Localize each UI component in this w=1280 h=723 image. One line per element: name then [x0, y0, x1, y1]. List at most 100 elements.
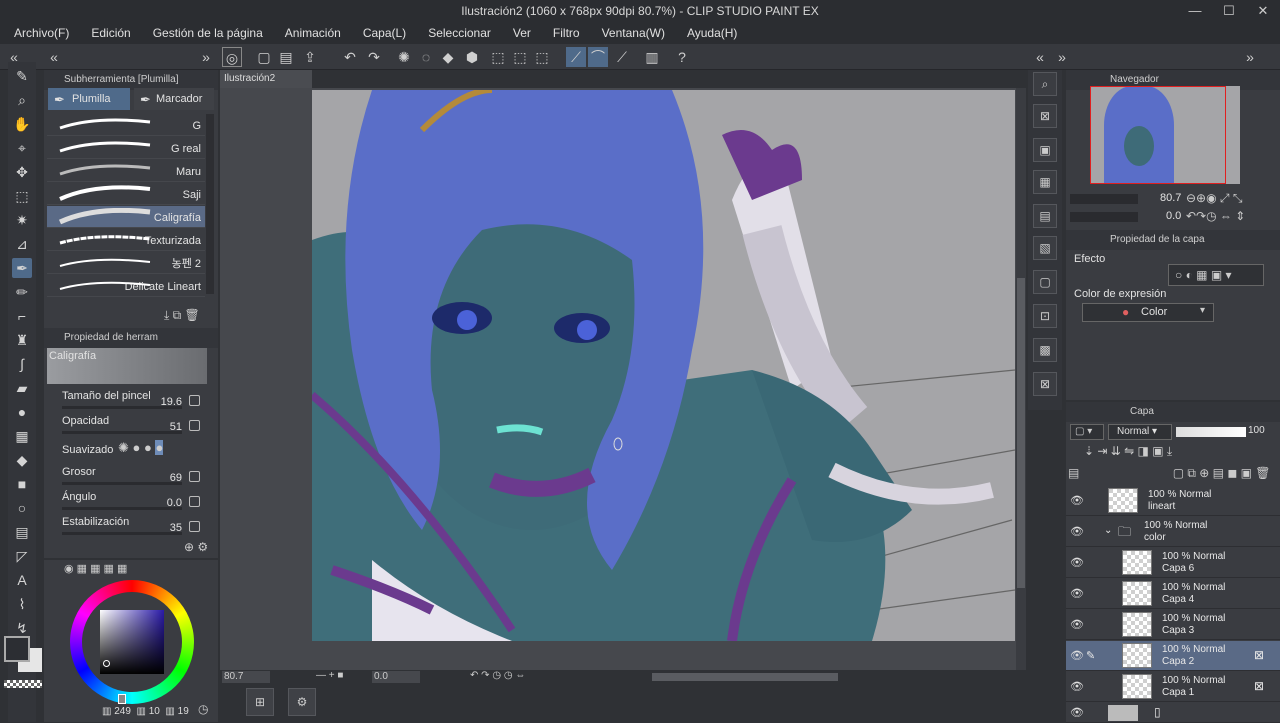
collapse-icon-r1[interactable]: «: [1030, 47, 1050, 67]
menu-archivo[interactable]: Archivo(F): [14, 26, 69, 40]
invert-selection-icon[interactable]: ⬚: [510, 47, 530, 67]
snap-grid-icon[interactable]: ⟋: [612, 47, 632, 67]
fill-icon[interactable]: ◆: [438, 47, 458, 67]
effect-buttons[interactable]: ○ ◐ ▦ ▣ ▾: [1168, 264, 1264, 286]
material-icon-6[interactable]: ▢: [1033, 270, 1057, 294]
layer-mask-select[interactable]: ▢ ▾: [1070, 424, 1104, 440]
menu-ayuda[interactable]: Ayuda(H): [687, 26, 737, 40]
visibility-eye-icon[interactable]: 👁: [1070, 649, 1084, 662]
material-icon-3[interactable]: ▦: [1033, 170, 1057, 194]
visibility-eye-icon[interactable]: 👁: [1070, 556, 1084, 569]
layer-opacity-value[interactable]: 100: [1248, 425, 1265, 436]
layer-row[interactable]: 👁 100 % Normal Capa 1 ⊠: [1066, 672, 1280, 702]
maximize-icon[interactable]: ☐: [1212, 0, 1246, 22]
close-icon[interactable]: ✕: [1246, 0, 1280, 22]
color-history-icon[interactable]: ◷: [198, 702, 208, 716]
deselect-icon[interactable]: ⬚: [488, 47, 508, 67]
brush-list-scrollbar[interactable]: [206, 114, 214, 294]
clip-layer-icon[interactable]: ⊠: [1254, 648, 1264, 662]
opacity-property[interactable]: Opacidad 51: [58, 415, 204, 439]
brush-item[interactable]: G real: [47, 137, 205, 159]
menu-filtro[interactable]: Filtro: [553, 26, 580, 40]
canvas-hscrollbar[interactable]: [652, 673, 838, 681]
folder-expand-icon[interactable]: ⌄: [1104, 525, 1112, 536]
material-icon-8[interactable]: ▩: [1033, 338, 1057, 362]
pencil-icon[interactable]: ✏: [12, 282, 32, 302]
layer-opacity-slider[interactable]: [1176, 427, 1246, 437]
illustration-canvas[interactable]: [312, 90, 1015, 641]
magic-wand-icon[interactable]: ✷: [12, 210, 32, 230]
frame-icon[interactable]: ▤: [12, 522, 32, 542]
hue-cursor[interactable]: [118, 694, 126, 704]
stabilization-property[interactable]: Estabilización 35: [58, 516, 204, 540]
brush-size-property[interactable]: Tamaño del pincel 19.6: [58, 390, 204, 414]
thickness-property[interactable]: Grosor 69: [58, 466, 204, 490]
layer-row[interactable]: 👁 100 % Normal Capa 6: [1066, 548, 1280, 578]
brush-item[interactable]: 농펜 2: [47, 252, 205, 274]
layer-row[interactable]: 👁 100 % Normal Capa 4: [1066, 579, 1280, 609]
collapse-left-icon-2[interactable]: «: [44, 47, 64, 67]
selection-icon[interactable]: ⬚: [12, 186, 32, 206]
navigator-rotate-slider[interactable]: [1070, 212, 1138, 222]
visibility-eye-icon[interactable]: 👁: [1070, 587, 1084, 600]
visibility-eye-icon[interactable]: 👁: [1070, 680, 1084, 693]
blend-mode-select[interactable]: Normal ▾: [1108, 424, 1172, 440]
menu-seleccionar[interactable]: Seleccionar: [428, 26, 491, 40]
gradient-icon[interactable]: ■: [12, 474, 32, 494]
angle-property[interactable]: Ángulo 0.0: [58, 491, 204, 515]
color-picker-cursor[interactable]: [103, 660, 110, 667]
visibility-eye-icon[interactable]: 👁: [1070, 706, 1084, 719]
navigator-zoom-value[interactable]: 80.7: [1160, 192, 1181, 204]
visibility-eye-icon[interactable]: 👁: [1070, 618, 1084, 631]
correct-line-icon[interactable]: ↯: [12, 618, 32, 638]
zoom-controls-icons[interactable]: — + ■: [316, 670, 343, 681]
material-icon-9[interactable]: ⊠: [1033, 372, 1057, 396]
navigator-zoom-icons[interactable]: ⊖⊕◉ ⤢ ⤡: [1186, 191, 1242, 206]
expression-color-select[interactable]: Color: [1082, 303, 1214, 322]
opacity-slider[interactable]: [62, 431, 182, 434]
loading-icon[interactable]: ✺: [394, 47, 414, 67]
brush-item[interactable]: Maru: [47, 160, 205, 182]
blend-icon[interactable]: ●: [12, 402, 32, 422]
fill-bucket-icon[interactable]: ◆: [12, 450, 32, 470]
brush-icon[interactable]: ⌐: [12, 306, 32, 326]
snap-special-ruler-icon[interactable]: ⌒: [588, 47, 608, 67]
preset-preview[interactable]: Caligrafía: [47, 348, 207, 384]
material-icon-4[interactable]: ▤: [1033, 204, 1057, 228]
smoothing-shape-icons[interactable]: ✺ ● ● ●: [118, 440, 194, 460]
stabilization-slider[interactable]: [62, 532, 182, 535]
pen-tool-icon[interactable]: ✒: [12, 258, 32, 278]
thickness-slider[interactable]: [62, 482, 182, 485]
move-icon[interactable]: ✥: [12, 162, 32, 182]
text-icon[interactable]: A: [12, 570, 32, 590]
color-panel-tabs[interactable]: ◉ ▦ ▦ ▦ ▦: [64, 562, 127, 575]
collapse-icon-r3[interactable]: »: [1240, 47, 1260, 67]
clear-icon[interactable]: ◌: [416, 47, 436, 67]
open-folder-icon[interactable]: ▤: [276, 47, 296, 67]
material-icon-5[interactable]: ▧: [1033, 236, 1057, 260]
balloon-icon[interactable]: ⌇: [12, 594, 32, 614]
airbrush-icon[interactable]: ♜: [12, 330, 32, 350]
zoom-icon[interactable]: ⌕: [12, 90, 32, 110]
operation-icon[interactable]: ⌖: [12, 138, 32, 158]
layer-toolbar-icons[interactable]: ⇣ ⇥ ⇊ ⇋ ◨ ▣ ⤓: [1084, 444, 1172, 459]
document-tab[interactable]: Ilustración2: [220, 70, 312, 88]
brush-item[interactable]: G: [47, 114, 205, 136]
layer-row-paper[interactable]: 👁 ▯: [1066, 703, 1280, 723]
brush-list-actions[interactable]: ⤓ ⧉ 🗑: [164, 308, 200, 323]
material-icon-2[interactable]: ▣: [1033, 138, 1057, 162]
layer-folder-row[interactable]: 👁 ⌄ 🗀 100 % Normal color: [1066, 517, 1280, 547]
brush-item-selected[interactable]: Caligrafía: [47, 206, 205, 228]
undo-icon[interactable]: ↶: [340, 47, 360, 67]
help-icon[interactable]: ?: [672, 47, 692, 67]
angle-readout[interactable]: 0.0: [372, 671, 420, 683]
pen-icon[interactable]: ✎: [12, 66, 32, 86]
brush-size-slider[interactable]: [62, 406, 182, 409]
opacity-dynamics-icon[interactable]: [189, 420, 200, 431]
figure-icon[interactable]: ○: [12, 498, 32, 518]
collapse-icon-r2[interactable]: »: [1052, 47, 1072, 67]
brush-item[interactable]: Texturizada: [47, 229, 205, 251]
grid-tool-icon[interactable]: ▦: [12, 426, 32, 446]
device-icon[interactable]: ▥: [642, 47, 662, 67]
menu-gestion-pagina[interactable]: Gestión de la página: [153, 26, 263, 40]
